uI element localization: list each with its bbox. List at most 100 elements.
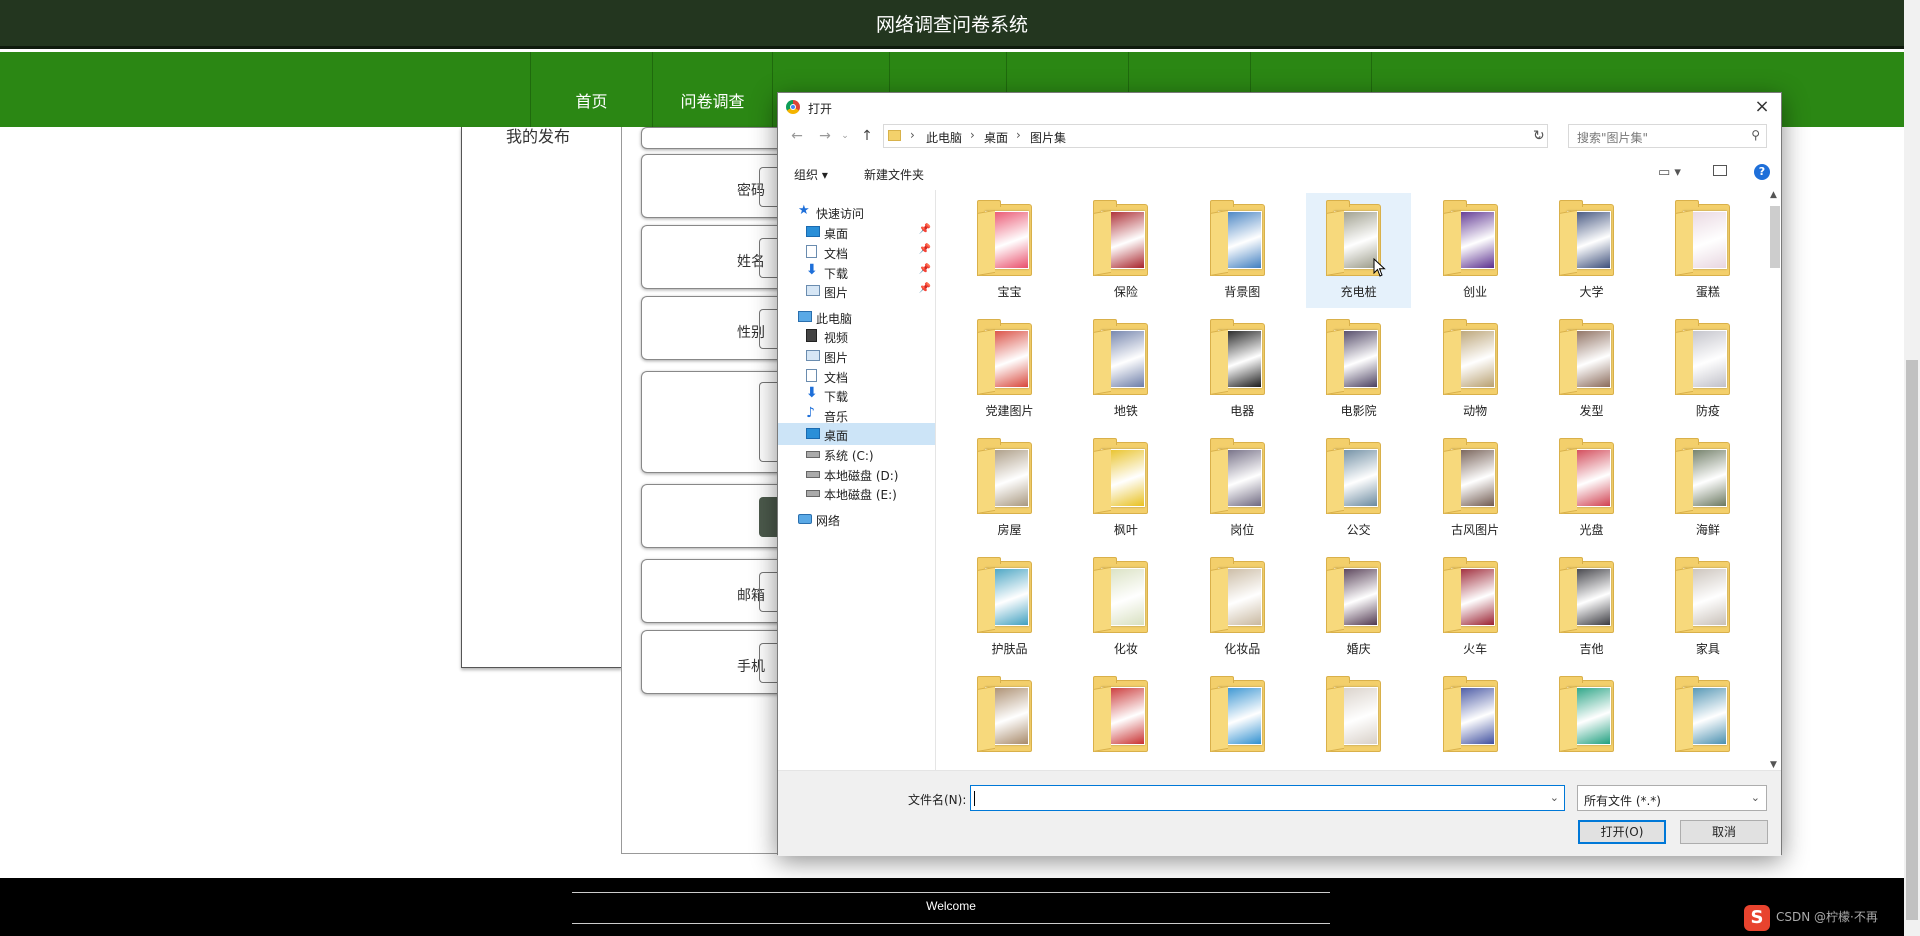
change-view-icon[interactable]: ▭ ▾ [1658,165,1681,180]
folder-label: 化妆 [1113,642,1138,656]
refresh-icon[interactable]: ↻ [1533,128,1545,144]
open-button[interactable]: 打开(O) [1578,820,1666,844]
folder-item[interactable] [1655,669,1760,770]
nav-item-home[interactable]: 首页 [530,52,652,127]
folder-item[interactable]: 海鲜 [1655,431,1760,546]
net-icon [798,514,812,524]
folder-item[interactable]: 防疫 [1655,312,1760,427]
nav-pane-item[interactable]: 系统 (C:) [778,443,935,465]
folder-item[interactable]: 家具 [1655,550,1760,665]
file-type-select[interactable]: 所有文件 (*.*) ⌄ [1577,785,1767,811]
folder-item[interactable]: 岗位 [1190,431,1295,546]
folder-item[interactable]: 光盘 [1539,431,1644,546]
folder-item[interactable]: 公交 [1306,431,1411,546]
folder-item[interactable]: 房屋 [957,431,1062,546]
folder-item[interactable]: 宝宝 [957,193,1062,308]
folder-item[interactable]: 枫叶 [1073,431,1178,546]
folder-flap [1209,209,1228,276]
search-input[interactable]: 搜索"图片集" ⚲ [1568,124,1767,148]
nav-pane-item[interactable]: 图片 📌 [778,280,935,302]
folder-item[interactable]: 古风图片 [1423,431,1528,546]
file-name-input[interactable]: ⌄ [970,785,1565,811]
scroll-up-icon[interactable]: ▲ [1770,190,1777,200]
breadcrumb-desktop[interactable]: 桌面 [984,129,1008,146]
help-icon[interactable]: ? [1754,164,1770,180]
folder-flap [1675,685,1694,752]
folder-item[interactable]: 背景图 [1190,193,1295,308]
sogou-ime-icon[interactable]: S [1744,905,1770,931]
folder-item[interactable]: 大学 [1539,193,1644,308]
folder-item[interactable]: 电影院 [1306,312,1411,427]
recent-locations-chevron-icon[interactable]: ⌄ [836,131,854,149]
folder-flap [1326,209,1345,276]
folder-label: 公交 [1346,523,1371,537]
folder-item[interactable]: 婚庆 [1306,550,1411,665]
folder-label: 宝宝 [997,285,1022,299]
address-bar[interactable]: › 此电脑 › 桌面 › 图片集 ⌄ [883,124,1548,148]
nav-item-survey[interactable]: 问卷调查 [652,52,772,127]
folder-item[interactable] [1073,669,1178,770]
folder-item[interactable] [1190,669,1295,770]
folder-item[interactable]: 火车 [1423,550,1528,665]
folder-item[interactable]: 化妆 [1073,550,1178,665]
page-scrollbar-thumb[interactable] [1906,360,1918,920]
mouse-cursor-icon [1373,258,1386,277]
nav-pane-item[interactable]: 桌面 [778,423,935,445]
text-caret [974,791,975,806]
folder-item[interactable] [1539,669,1644,770]
nav-pane-item[interactable]: 网络 [778,508,935,530]
folder-item[interactable]: 充电桩 [1306,193,1412,308]
back-arrow-icon[interactable]: ← [788,128,806,146]
nav-pane-item[interactable]: 桌面 📌 [778,221,935,243]
folder-item[interactable] [1423,669,1528,770]
my-post-link[interactable]: 我的发布 [506,123,570,147]
file-list-scroll-thumb[interactable] [1770,206,1780,268]
folder-item[interactable]: 党建图片 [957,312,1062,427]
up-arrow-icon[interactable]: ↑ [858,128,876,146]
breadcrumb-this-pc[interactable]: 此电脑 [926,129,962,146]
search-placeholder: 搜索"图片集" [1577,131,1649,145]
drive-icon [806,490,820,497]
folder-label: 创业 [1463,285,1488,299]
new-folder-button[interactable]: 新建文件夹 [864,166,924,183]
folder-item[interactable]: 吉他 [1539,550,1644,665]
site-header: 网络调查问卷系统 [0,0,1904,49]
folder-item[interactable] [957,669,1062,770]
folder-item[interactable]: 化妆品 [1190,550,1295,665]
nav-pane-item-label: 视频 [824,331,849,345]
scroll-down-icon[interactable]: ▼ [1770,760,1777,770]
nav-pane-item[interactable]: 文档 📌 [778,241,935,263]
nav-pane-item[interactable]: 视频 [778,325,935,347]
breadcrumb-picture-set[interactable]: 图片集 [1030,129,1066,146]
folder-item[interactable]: 蛋糕 [1655,193,1760,308]
search-icon: ⚲ [1751,128,1760,142]
nav-pane-item[interactable]: ★ 快速访问 [778,201,935,223]
folder-item[interactable] [1306,669,1411,770]
nav-pane-item[interactable]: ⬇ 下载 [778,384,935,406]
folder-item[interactable]: 保险 [1073,193,1178,308]
folder-item[interactable]: 动物 [1423,312,1528,427]
organize-button[interactable]: 组织 ▾ [794,166,828,183]
nav-pane-item[interactable]: 图片 [778,345,935,367]
dialog-titlebar[interactable]: 打开 × [778,93,1781,121]
chevron-right-icon: › [1016,128,1021,142]
nav-pane-item[interactable]: 本地磁盘 (E:) [778,482,935,504]
chrome-icon [786,100,800,114]
folder-item[interactable]: 地铁 [1073,312,1178,427]
folder-item[interactable]: 发型 [1539,312,1644,427]
file-list-scrollbar[interactable]: ▲ ▼ [1768,190,1782,770]
chevron-down-icon[interactable]: ⌄ [1550,791,1559,804]
folder-item[interactable]: 电器 [1190,312,1295,427]
folder-label: 枫叶 [1113,523,1138,537]
file-type-value: 所有文件 (*.*) [1584,794,1661,808]
folder-item[interactable]: 护肤品 [957,550,1062,665]
pin-icon: 📌 [918,244,931,255]
forward-arrow-icon[interactable]: → [816,128,834,146]
cancel-button[interactable]: 取消 [1680,820,1768,844]
folder-item[interactable]: 创业 [1423,193,1528,308]
folder-label: 充电桩 [1340,285,1377,299]
close-icon[interactable]: × [1749,95,1775,119]
preview-pane-icon[interactable] [1713,165,1727,176]
file-name-label: 文件名(N): [908,793,967,807]
folder-flap [1559,685,1577,752]
